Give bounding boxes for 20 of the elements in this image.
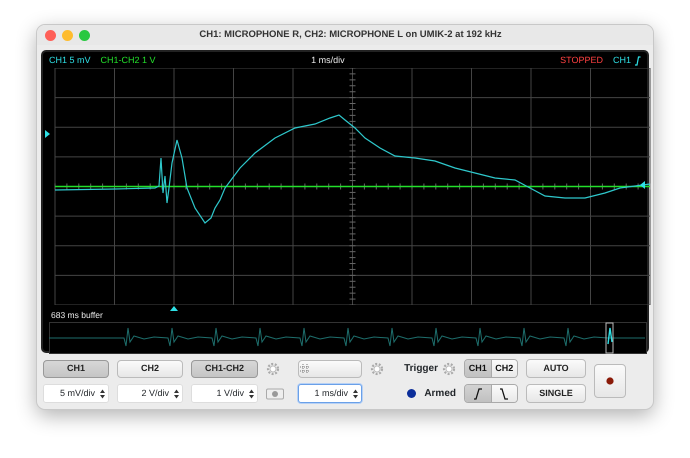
buffer-label: 683 ms buffer (51, 308, 104, 322)
math-label: CH1-CH2 1 V (100, 54, 156, 67)
value-stepper[interactable]: 1 V/div (191, 384, 258, 403)
status-label: Armed (424, 387, 456, 401)
trigger-source-button[interactable]: CH1 (465, 360, 490, 377)
channel-button[interactable]: CH1 (43, 360, 109, 378)
channel-label: CH1 5 mV (49, 54, 91, 67)
value-stepper[interactable]: 1 ms/div (298, 384, 362, 403)
value-stepper[interactable]: 5 mV/div (43, 384, 109, 403)
timebase-label: 1 ms/div (311, 54, 345, 67)
channel-button[interactable]: CH1-CH2 (191, 360, 258, 378)
status-label: STOPPED (560, 54, 603, 67)
value-stepper[interactable]: 2 V/div (117, 384, 183, 403)
channel-button[interactable]: CH2 (117, 360, 183, 378)
mode-button[interactable]: SINGLE (526, 384, 586, 403)
trigger-source-button[interactable]: CH2 (490, 360, 517, 377)
trigger-label: Trigger (404, 362, 438, 376)
trigger-channel-label: CH1 (612, 54, 631, 67)
mode-button[interactable]: AUTO (526, 359, 586, 378)
window-title: CH1: MICROPHONE R, CH2: MICROPHONE L on UMIK-2 at 192 kHz (198, 28, 503, 42)
